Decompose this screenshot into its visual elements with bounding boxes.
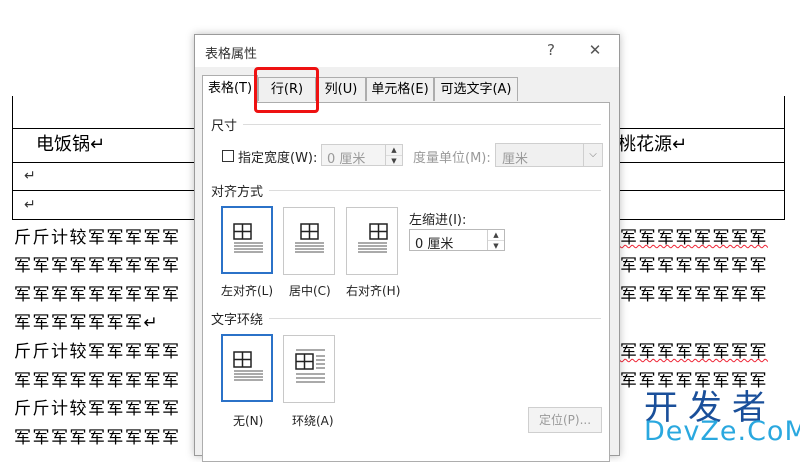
paragraph-mark: ↵: [24, 168, 36, 184]
section-divider: [269, 318, 601, 319]
spin-down-icon[interactable]: ▼: [386, 155, 402, 166]
tab-row-highlight: [254, 67, 319, 113]
preferred-width-checkbox[interactable]: [222, 150, 234, 162]
dropdown-arrow-icon[interactable]: ⌵: [583, 144, 602, 166]
document-paragraph[interactable]: 斤斤计较军军军军军: [14, 226, 181, 250]
table-border: [784, 96, 785, 220]
size-section-label: 尺寸: [211, 119, 238, 134]
preferred-width-label[interactable]: 指定宽度(W):: [238, 147, 317, 166]
help-icon[interactable]: ?: [541, 41, 561, 59]
document-paragraph[interactable]: 军军军军军军军军军: [14, 369, 181, 393]
document-paragraph-right[interactable]: 军军军军军军军军: [620, 254, 768, 278]
table-cell-text[interactable]: 电饭锅↵: [36, 133, 105, 157]
close-icon[interactable]: ✕: [585, 41, 605, 59]
align-left-label[interactable]: 左对齐(L): [221, 282, 273, 299]
paragraph-mark: ↵: [24, 197, 36, 213]
table-grid-icon: [295, 349, 325, 383]
wrapping-section-label: 文字环绕: [211, 313, 264, 328]
document-paragraph[interactable]: 斤斤计较军军军军军: [14, 397, 181, 421]
alignment-section-label: 对齐方式: [211, 185, 264, 200]
table-grid-icon: [358, 223, 388, 253]
align-right-label[interactable]: 右对齐(H): [346, 282, 400, 299]
preferred-width-spinner[interactable]: 0 厘米 ▲ ▼: [321, 144, 403, 167]
spinner-buttons: ▲ ▼: [487, 230, 504, 250]
table-grid-icon: [233, 351, 263, 381]
indent-value: 0 厘米: [415, 237, 454, 252]
document-paragraph-right[interactable]: 军军军军军军军军: [620, 283, 768, 307]
spin-down-icon[interactable]: ▼: [488, 240, 504, 251]
measure-in-label: 度量单位(M):: [413, 151, 491, 166]
document-paragraph[interactable]: 军军军军军军军↵: [14, 311, 159, 335]
indent-label[interactable]: 左缩进(I):: [409, 209, 466, 228]
document-paragraph[interactable]: 军军军军军军军军军: [14, 254, 181, 278]
tab-cell[interactable]: 单元格(E): [366, 77, 434, 101]
measure-in-value: 厘米: [502, 152, 529, 167]
table-grid-icon: [295, 223, 324, 253]
document-paragraph-right[interactable]: 军军军军军军军军: [620, 226, 768, 250]
table-cell-text[interactable]: 桃花源↵: [618, 133, 687, 157]
wrap-none-label[interactable]: 无(N): [233, 412, 263, 429]
dialog-title: 表格属性: [205, 47, 258, 62]
document-paragraph[interactable]: 军军军军军军军军军: [14, 426, 181, 450]
tab-alt-text[interactable]: 可选文字(A): [434, 77, 518, 101]
tab-panel-table: 尺寸 指定宽度(W): 0 厘米 ▲ ▼ 度量单位(M): 厘米 ⌵ 对齐方式: [202, 102, 610, 462]
spin-up-icon[interactable]: ▲: [386, 145, 402, 155]
site-watermark: 开发者 DevZe.CoM: [640, 380, 800, 450]
wrap-around-option[interactable]: [283, 335, 335, 403]
dialog-titlebar[interactable]: 表格属性 ? ✕: [195, 35, 619, 67]
document-paragraph[interactable]: 斤斤计较军军军军军: [14, 340, 181, 364]
positioning-button[interactable]: 定位(P)...: [528, 407, 602, 433]
wrap-none-option[interactable]: [221, 334, 273, 402]
document-paragraph[interactable]: 军军军军军军军军军: [14, 283, 181, 307]
preferred-width-value: 0 厘米: [327, 152, 366, 167]
align-center-label[interactable]: 居中(C): [289, 282, 331, 299]
section-divider: [243, 124, 601, 125]
document-paragraph-right[interactable]: 军军军军军军军军: [620, 340, 768, 364]
spinner-buttons: ▲ ▼: [385, 145, 402, 165]
spin-up-icon[interactable]: ▲: [488, 230, 504, 240]
wrap-around-label[interactable]: 环绕(A): [292, 412, 334, 429]
align-right-option[interactable]: [346, 207, 398, 275]
align-center-option[interactable]: [283, 207, 335, 275]
indent-spinner[interactable]: 0 厘米 ▲ ▼: [409, 229, 505, 252]
watermark-en: DevZe.CoM: [644, 416, 800, 447]
measure-in-select[interactable]: 厘米 ⌵: [495, 143, 603, 167]
section-divider: [269, 190, 601, 191]
tab-column[interactable]: 列(U): [316, 77, 366, 101]
align-left-option[interactable]: [221, 206, 273, 274]
table-border: [12, 96, 13, 220]
tab-table[interactable]: 表格(T): [202, 75, 258, 103]
table-grid-icon: [233, 223, 263, 253]
